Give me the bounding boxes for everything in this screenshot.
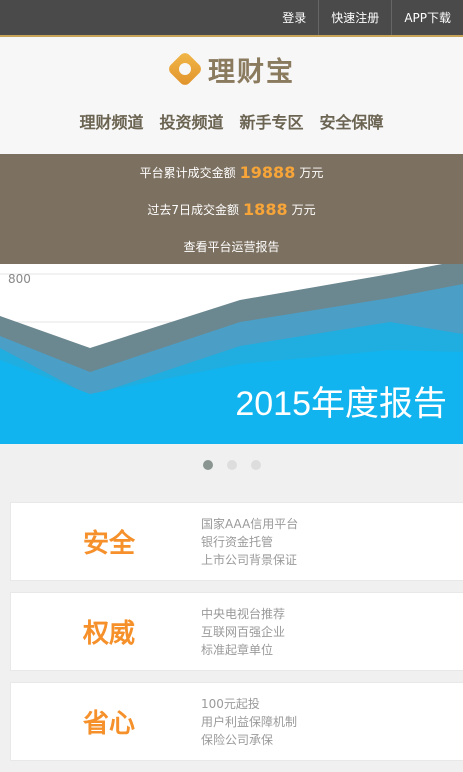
- stats-band: 平台累计成交金额 19888 万元 过去7日成交金额 1888 万元 查看平台运…: [0, 154, 463, 264]
- feature-title: 安全: [83, 529, 136, 559]
- banner-title: 2015年度报告: [235, 385, 447, 423]
- feature-points: 中央电视台推荐 互联网百强企业 标准起章单位: [201, 605, 285, 659]
- week-volume-line: 过去7日成交金额 1888 万元: [0, 191, 463, 228]
- carousel-dot-3[interactable]: [250, 460, 261, 470]
- logo-text: 理财宝: [208, 56, 295, 88]
- main-nav: 理财频道 投资频道 新手专区 安全保障: [0, 109, 463, 133]
- feature-title: 权威: [83, 619, 136, 649]
- week-volume-label: 过去7日成交金额: [147, 203, 240, 217]
- feature-title: 省心: [83, 709, 136, 739]
- banner-axis-label: 800: [8, 272, 31, 286]
- annual-report-banner[interactable]: 800 2015年度报告: [0, 264, 463, 444]
- carousel-dots: [0, 444, 463, 486]
- nav-item-security[interactable]: 安全保障: [320, 109, 384, 133]
- operations-report-link[interactable]: 查看平台运营报告: [0, 228, 463, 265]
- feature-point: 国家AAA信用平台: [201, 516, 299, 531]
- feature-points: 国家AAA信用平台 银行资金托管 上市公司背景保证: [201, 515, 298, 569]
- nav-item-newbie[interactable]: 新手专区: [240, 109, 304, 133]
- feature-point: 保险公司承保: [201, 732, 274, 747]
- feature-point: 中央电视台推荐: [201, 606, 286, 621]
- feature-point: 银行资金托管: [201, 534, 274, 549]
- total-volume-unit: 万元: [299, 166, 324, 180]
- logo-icon: [170, 54, 200, 84]
- quick-register-link[interactable]: 快速注册: [318, 0, 391, 35]
- top-bar: 登录 快速注册 APP下载: [0, 0, 463, 37]
- nav-item-finance[interactable]: 理财频道: [79, 109, 143, 133]
- feature-card-safety: 安全 国家AAA信用平台 银行资金托管 上市公司背景保证: [10, 502, 463, 581]
- header: 理财宝 理财频道 投资频道 新手专区 安全保障: [0, 37, 463, 154]
- feature-card-authority: 权威 中央电视台推荐 互联网百强企业 标准起章单位: [10, 592, 463, 671]
- feature-point: 互联网百强企业: [201, 624, 286, 639]
- carousel-dot-2[interactable]: [226, 460, 237, 470]
- feature-point: 上市公司背景保证: [201, 552, 298, 567]
- feature-points: 100元起投 用户利益保障机制 保险公司承保: [201, 695, 297, 749]
- week-volume-unit: 万元: [291, 203, 316, 217]
- total-volume-value: 19888: [239, 163, 296, 182]
- nav-item-invest[interactable]: 投资频道: [159, 109, 223, 133]
- feature-card-ease: 省心 100元起投 用户利益保障机制 保险公司承保: [10, 682, 463, 761]
- login-link[interactable]: 登录: [270, 0, 318, 35]
- logo[interactable]: 理财宝: [170, 51, 295, 88]
- feature-list: 安全 国家AAA信用平台 银行资金托管 上市公司背景保证 权威 中央电视台推荐 …: [0, 486, 463, 761]
- feature-point: 100元起投: [201, 696, 260, 711]
- week-volume-value: 1888: [243, 200, 288, 219]
- total-volume-line: 平台累计成交金额 19888 万元: [0, 154, 463, 191]
- total-volume-label: 平台累计成交金额: [139, 166, 236, 180]
- carousel-dot-1[interactable]: [202, 460, 213, 470]
- app-download-link[interactable]: APP下载: [391, 0, 463, 35]
- feature-point: 用户利益保障机制: [201, 714, 298, 729]
- feature-point: 标准起章单位: [201, 642, 274, 657]
